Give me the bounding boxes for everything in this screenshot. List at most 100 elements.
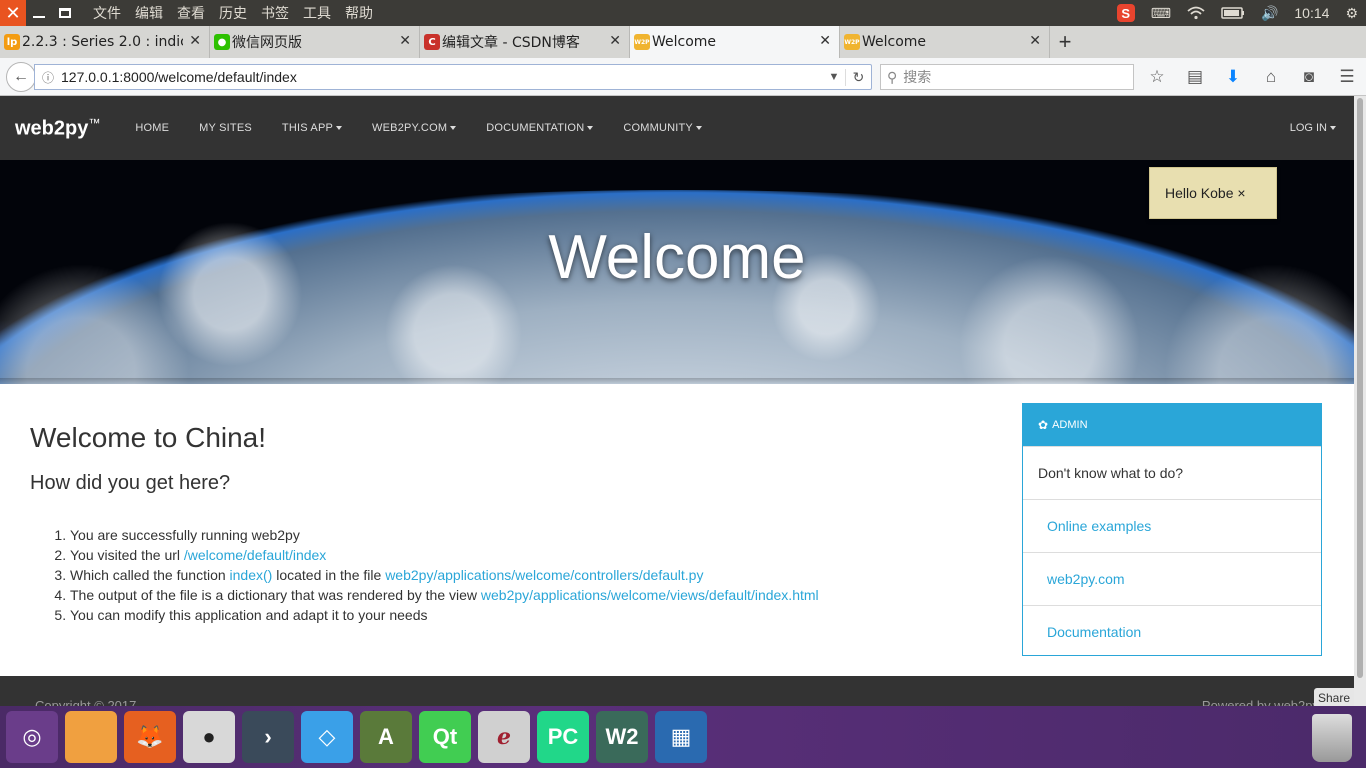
menu-view[interactable]: 查看 (177, 3, 205, 23)
page-scrollbar[interactable] (1354, 96, 1366, 706)
volume-icon[interactable]: 🔊 (1261, 5, 1278, 22)
browser-tab[interactable]: ● 微信网页版 ✕ (210, 26, 420, 58)
qt-creator-icon[interactable]: Qt (419, 711, 471, 763)
menu-bookmarks[interactable]: 书签 (261, 3, 289, 23)
pocket-icon[interactable]: ◙ (1290, 67, 1328, 87)
site-nav-item[interactable]: DOCUMENTATION (471, 122, 608, 134)
hero-title: Welcome (548, 223, 806, 292)
bookmark-star-icon[interactable]: ☆ (1138, 67, 1176, 87)
firefox-icon[interactable]: 🦊 (124, 711, 176, 763)
vscode-icon[interactable]: ◇ (301, 711, 353, 763)
top-panel: ✕ 文件 编辑 查看 历史 书签 工具 帮助 S ⌨ 🔊 10:14 ⚙ (0, 0, 1366, 26)
tab-title: Welcome (652, 34, 717, 50)
url-bar[interactable]: ⓘ 127.0.0.1:8000/welcome/default/index ▼… (34, 64, 872, 90)
download-icon[interactable]: ⬇ (1214, 67, 1252, 87)
wifi-icon[interactable] (1187, 6, 1205, 20)
flash-message[interactable]: Hello Kobe × (1149, 167, 1277, 219)
menu-history[interactable]: 历史 (219, 3, 247, 23)
workspace-icon[interactable]: ▦ (655, 711, 707, 763)
share-button[interactable]: Share (1314, 688, 1354, 706)
menu-edit[interactable]: 编辑 (135, 3, 163, 23)
back-button[interactable]: ← (6, 62, 36, 92)
browser-tab[interactable]: W2P Welcome ✕ (630, 26, 840, 58)
window-close-button[interactable]: ✕ (0, 0, 26, 26)
android-studio-icon[interactable]: A (360, 711, 412, 763)
view-file-link[interactable]: web2py/applications/welcome/views/defaul… (481, 587, 819, 603)
home-icon[interactable]: ⌂ (1252, 67, 1290, 87)
camera-icon[interactable]: ● (183, 711, 235, 763)
controller-file-link[interactable]: web2py/applications/welcome/controllers/… (385, 567, 703, 583)
scrollbar-thumb[interactable] (1357, 98, 1363, 678)
site-nav-items: HOME MY SITES THIS APP WEB2PY.COM DOCUMENTAT… (120, 122, 717, 134)
trash-icon[interactable] (1312, 714, 1352, 762)
search-icon: ⚲ (887, 68, 898, 85)
web2py-icon[interactable]: W2 (596, 711, 648, 763)
list-item: You visited the url /welcome/default/ind… (70, 545, 930, 565)
unity-launcher: ◎ 🦊 ● › ◇ A Qt e PC W2 ▦ (0, 706, 1366, 768)
tab-close-icon[interactable]: ✕ (399, 33, 411, 49)
search-placeholder: 搜索 (903, 69, 932, 85)
site-nav-item[interactable]: HOME (120, 122, 184, 134)
tab-close-icon[interactable]: ✕ (1029, 33, 1041, 49)
page-footer: Copyright © 2017 Powered by web2py (0, 676, 1354, 706)
site-nav-item[interactable]: COMMUNITY (608, 122, 717, 134)
tab-close-icon[interactable]: ✕ (819, 33, 831, 49)
menu-tools[interactable]: 工具 (303, 3, 331, 23)
site-nav-label: DOCUMENTATION (486, 122, 585, 134)
reading-list-icon[interactable]: ▤ (1176, 67, 1214, 87)
browser-tab[interactable]: lp 2.2.3 : Series 2.0 : indic ✕ (0, 26, 210, 58)
search-input[interactable]: ⚲ 搜索 (880, 64, 1134, 90)
tab-close-icon[interactable]: ✕ (189, 33, 201, 49)
site-info-icon[interactable]: ⓘ (35, 69, 61, 86)
browser-tab[interactable]: W2P Welcome ✕ (840, 26, 1050, 58)
site-nav-label: MY SITES (199, 122, 252, 134)
online-examples-link[interactable]: Online examples (1023, 499, 1321, 552)
keyboard-icon[interactable]: ⌨ (1151, 5, 1171, 22)
tab-favicon-icon: C (424, 34, 440, 50)
menu-help[interactable]: 帮助 (345, 3, 373, 23)
brand-logo[interactable]: web2py™ (15, 116, 100, 141)
toolbar-icons: ☆ ▤ ⬇ ⌂ ◙ ☰ (1138, 58, 1366, 96)
site-nav-label: THIS APP (281, 122, 334, 134)
list-item: You can modify this application and adap… (70, 605, 930, 625)
window-minimize-button[interactable] (26, 0, 52, 26)
url-link[interactable]: /welcome/default/index (184, 547, 326, 563)
tab-favicon-icon: lp (4, 34, 20, 50)
list-item: Which called the function index() locate… (70, 565, 930, 585)
login-dropdown[interactable]: LOG IN (1290, 122, 1336, 134)
new-tab-button[interactable]: + (1050, 26, 1080, 58)
terminal-icon[interactable]: › (242, 711, 294, 763)
page-subheading: How did you get here? (30, 472, 231, 494)
function-link[interactable]: index() (230, 567, 273, 583)
ubuntu-dash-icon[interactable]: ◎ (6, 711, 58, 763)
tab-close-icon[interactable]: ✕ (609, 33, 621, 49)
window-maximize-button[interactable] (52, 0, 78, 26)
hamburger-menu-icon[interactable]: ☰ (1328, 67, 1366, 87)
documentation-link[interactable]: Documentation (1023, 605, 1321, 658)
site-nav-item[interactable]: THIS APP (267, 122, 357, 134)
reload-icon[interactable]: ↻ (845, 68, 871, 86)
menu-file[interactable]: 文件 (93, 3, 121, 23)
web2py-com-link[interactable]: web2py.com (1023, 552, 1321, 605)
site-nav-label: HOME (135, 122, 170, 134)
tab-title: 2.2.3 : Series 2.0 : indic (22, 34, 183, 50)
url-text[interactable]: 127.0.0.1:8000/welcome/default/index (61, 69, 823, 85)
clock[interactable]: 10:14 (1294, 5, 1329, 21)
admin-panel: ✿ ADMIN Don't know what to do? Online ex… (1022, 403, 1322, 656)
site-nav-item[interactable]: MY SITES (184, 122, 267, 134)
gear-icon[interactable]: ⚙ (1345, 5, 1358, 22)
eclipse-icon[interactable]: e (478, 711, 530, 763)
browser-tab[interactable]: C 编辑文章 - CSDN博客 ✕ (420, 26, 630, 58)
battery-icon[interactable] (1221, 7, 1245, 19)
tab-favicon-icon: ● (214, 34, 230, 50)
files-icon[interactable] (65, 711, 117, 763)
tab-title: 微信网页版 (232, 35, 302, 51)
tab-favicon-icon: W2P (844, 34, 860, 50)
sogou-icon[interactable]: S (1116, 4, 1135, 22)
chevron-down-icon[interactable]: ▼ (823, 71, 845, 83)
pycharm-icon[interactable]: PC (537, 711, 589, 763)
site-nav-item[interactable]: WEB2PY.COM (357, 122, 471, 134)
admin-title: ADMIN (1052, 419, 1088, 431)
tab-bar: lp 2.2.3 : Series 2.0 : indic ✕ ● 微信网页版 ✕ C 编辑文… (0, 26, 1366, 58)
navigation-toolbar: ← ⓘ 127.0.0.1:8000/welcome/default/index… (0, 58, 1366, 96)
